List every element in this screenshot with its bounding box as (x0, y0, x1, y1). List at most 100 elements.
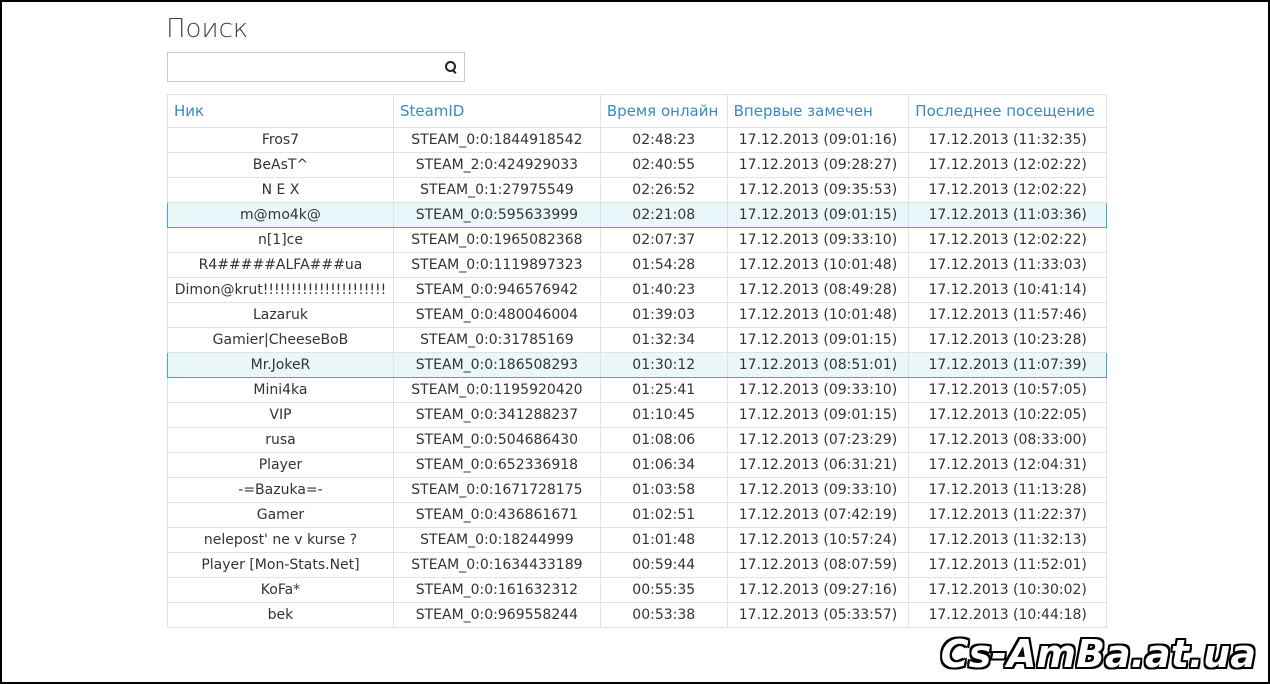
last-visit-cell: 17.12.2013 (11:32:13) (908, 527, 1107, 553)
first-seen-cell: 17.12.2013 (09:28:27) (726, 152, 910, 178)
last-visit-cell: 17.12.2013 (10:57:05) (908, 377, 1107, 403)
search-input[interactable] (168, 53, 440, 81)
table-row[interactable]: Lazaruk STEAM_0:0:480046004 01:39:03 17.12.… (167, 302, 1107, 328)
last-visit-cell: 17.12.2013 (11:52:01) (908, 552, 1107, 578)
table-row[interactable]: Gamer STEAM_0:0:436861671 01:02:51 17.12.20… (167, 502, 1107, 528)
nick-cell: Dimon@krut!!!!!!!!!!!!!!!!!!!!!! (167, 277, 394, 303)
nick-cell: KoFa* (167, 577, 394, 603)
table-row[interactable]: BeAsT^ STEAM_2:0:424929033 02:40:55 17.12.2… (167, 152, 1107, 178)
nick-cell: nelepost' ne v kurse ? (167, 527, 394, 553)
online-time-cell: 01:01:48 (599, 527, 728, 553)
last-visit-cell: 17.12.2013 (11:32:35) (908, 127, 1107, 153)
steamid-cell: STEAM_0:0:504686430 (392, 427, 601, 453)
nick-cell: Player (167, 452, 394, 478)
online-time-cell: 01:10:45 (599, 402, 728, 428)
last-visit-cell: 17.12.2013 (10:30:02) (908, 577, 1107, 603)
table-row[interactable]: Player STEAM_0:0:652336918 01:06:34 17.12.2… (167, 452, 1107, 478)
steamid-cell: STEAM_0:1:27975549 (392, 177, 601, 203)
steamid-cell: STEAM_0:0:1634433189 (392, 552, 601, 578)
steamid-cell: STEAM_0:0:436861671 (392, 502, 601, 528)
last-visit-cell: 17.12.2013 (11:22:37) (908, 502, 1107, 528)
steamid-cell: STEAM_0:0:161632312 (392, 577, 601, 603)
steamid-cell: STEAM_0:0:31785169 (392, 327, 601, 353)
steamid-cell: STEAM_0:0:18244999 (392, 527, 601, 553)
online-time-cell: 00:55:35 (599, 577, 728, 603)
online-time-cell: 01:54:28 (599, 252, 728, 278)
table-row[interactable]: m@mo4k@ STEAM_0:0:595633999 02:21:08 17.12.… (167, 202, 1107, 228)
table-row[interactable]: Gamier|CheeseBoB STEAM_0:0:31785169 01:32:… (167, 327, 1107, 353)
nick-cell: bek (167, 602, 394, 628)
table-row[interactable]: n[1]ce STEAM_0:0:1965082368 02:07:37 17.12.… (167, 227, 1107, 253)
column-header-last-visit[interactable]: Последнее посещение (908, 94, 1107, 128)
steamid-cell: STEAM_0:0:595633999 (392, 202, 601, 228)
last-visit-cell: 17.12.2013 (10:23:28) (908, 327, 1107, 353)
last-visit-cell: 17.12.2013 (08:33:00) (908, 427, 1107, 453)
first-seen-cell: 17.12.2013 (09:01:16) (726, 127, 910, 153)
first-seen-cell: 17.12.2013 (05:33:57) (726, 602, 910, 628)
table-row[interactable]: VIP STEAM_0:0:341288237 01:10:45 17.12.2013… (167, 402, 1107, 428)
first-seen-cell: 17.12.2013 (10:01:48) (726, 252, 910, 278)
online-time-cell: 02:07:37 (599, 227, 728, 253)
table-row[interactable]: Dimon@krut!!!!!!!!!!!!!!!!!!!!!! STEAM_0:… (167, 277, 1107, 303)
column-header-first-seen[interactable]: Впервые замечен (726, 94, 910, 128)
steamid-cell: STEAM_0:0:652336918 (392, 452, 601, 478)
first-seen-cell: 17.12.2013 (09:33:10) (726, 377, 910, 403)
table-row[interactable]: bek STEAM_0:0:969558244 00:53:38 17.12.2013… (167, 602, 1107, 628)
last-visit-cell: 17.12.2013 (12:04:31) (908, 452, 1107, 478)
nick-cell: Mini4ka (167, 377, 394, 403)
first-seen-cell: 17.12.2013 (10:01:48) (726, 302, 910, 328)
first-seen-cell: 17.12.2013 (08:51:01) (726, 352, 910, 378)
last-visit-cell: 17.12.2013 (12:02:22) (908, 177, 1107, 203)
steamid-cell: STEAM_0:0:341288237 (392, 402, 601, 428)
nick-cell: m@mo4k@ (167, 202, 394, 228)
table-row[interactable]: Mr.JokeR STEAM_0:0:186508293 01:30:12 17.12… (167, 352, 1107, 378)
nick-cell: Fros7 (167, 127, 394, 153)
column-header-nick[interactable]: Ник (167, 94, 394, 128)
table-row[interactable]: N E X STEAM_0:1:27975549 02:26:52 17.12.201… (167, 177, 1107, 203)
table-row[interactable]: Mini4ka STEAM_0:0:1195920420 01:25:41 17.12… (167, 377, 1107, 403)
nick-cell: Mr.JokeR (167, 352, 394, 378)
first-seen-cell: 17.12.2013 (09:01:15) (726, 202, 910, 228)
table-row[interactable]: rusa STEAM_0:0:504686430 01:08:06 17.12.201… (167, 427, 1107, 453)
online-time-cell: 01:32:34 (599, 327, 728, 353)
table-row[interactable]: nelepost' ne v kurse ? STEAM_0:0:18244999… (167, 527, 1107, 553)
online-time-cell: 01:39:03 (599, 302, 728, 328)
table-row[interactable]: KoFa* STEAM_0:0:161632312 00:55:35 17.12.20… (167, 577, 1107, 603)
first-seen-cell: 17.12.2013 (09:01:15) (726, 402, 910, 428)
search-icon[interactable] (444, 60, 458, 74)
steamid-cell: STEAM_0:0:1844918542 (392, 127, 601, 153)
first-seen-cell: 17.12.2013 (09:35:53) (726, 177, 910, 203)
first-seen-cell: 17.12.2013 (08:49:28) (726, 277, 910, 303)
online-time-cell: 01:08:06 (599, 427, 728, 453)
nick-cell: N E X (167, 177, 394, 203)
column-header-steamid[interactable]: SteamID (392, 94, 601, 128)
column-header-online-time[interactable]: Время онлайн (599, 94, 728, 128)
nick-cell: BeAsT^ (167, 152, 394, 178)
steamid-cell: STEAM_2:0:424929033 (392, 152, 601, 178)
last-visit-cell: 17.12.2013 (12:02:22) (908, 152, 1107, 178)
last-visit-cell: 17.12.2013 (10:22:05) (908, 402, 1107, 428)
last-visit-cell: 17.12.2013 (12:02:22) (908, 227, 1107, 253)
last-visit-cell: 17.12.2013 (10:44:18) (908, 602, 1107, 628)
online-time-cell: 00:59:44 (599, 552, 728, 578)
nick-cell: R4#####ALFA###ua (167, 252, 394, 278)
online-time-cell: 00:53:38 (599, 602, 728, 628)
nick-cell: -=Bazuka=- (167, 477, 394, 503)
steamid-cell: STEAM_0:0:1965082368 (392, 227, 601, 253)
first-seen-cell: 17.12.2013 (10:57:24) (726, 527, 910, 553)
table-row[interactable]: Fros7 STEAM_0:0:1844918542 02:48:23 17.12.2… (167, 127, 1107, 153)
table-row[interactable]: R4#####ALFA###ua STEAM_0:0:1119897323 01:5… (167, 252, 1107, 278)
steamid-cell: STEAM_0:0:1195920420 (392, 377, 601, 403)
search-box (167, 52, 465, 82)
online-time-cell: 02:21:08 (599, 202, 728, 228)
table-row[interactable]: -=Bazuka=- STEAM_0:0:1671728175 01:03:58 17… (167, 477, 1107, 503)
first-seen-cell: 17.12.2013 (09:33:10) (726, 477, 910, 503)
page-title: Поиск (166, 14, 249, 44)
online-time-cell: 02:26:52 (599, 177, 728, 203)
last-visit-cell: 17.12.2013 (11:03:36) (908, 202, 1107, 228)
first-seen-cell: 17.12.2013 (09:33:10) (726, 227, 910, 253)
table-row[interactable]: Player [Mon-Stats.Net] STEAM_0:0:16344331… (167, 552, 1107, 578)
results-table: Ник SteamID Время онлайн Впервые замечен… (167, 94, 1107, 628)
online-time-cell: 01:25:41 (599, 377, 728, 403)
last-visit-cell: 17.12.2013 (11:07:39) (908, 352, 1107, 378)
